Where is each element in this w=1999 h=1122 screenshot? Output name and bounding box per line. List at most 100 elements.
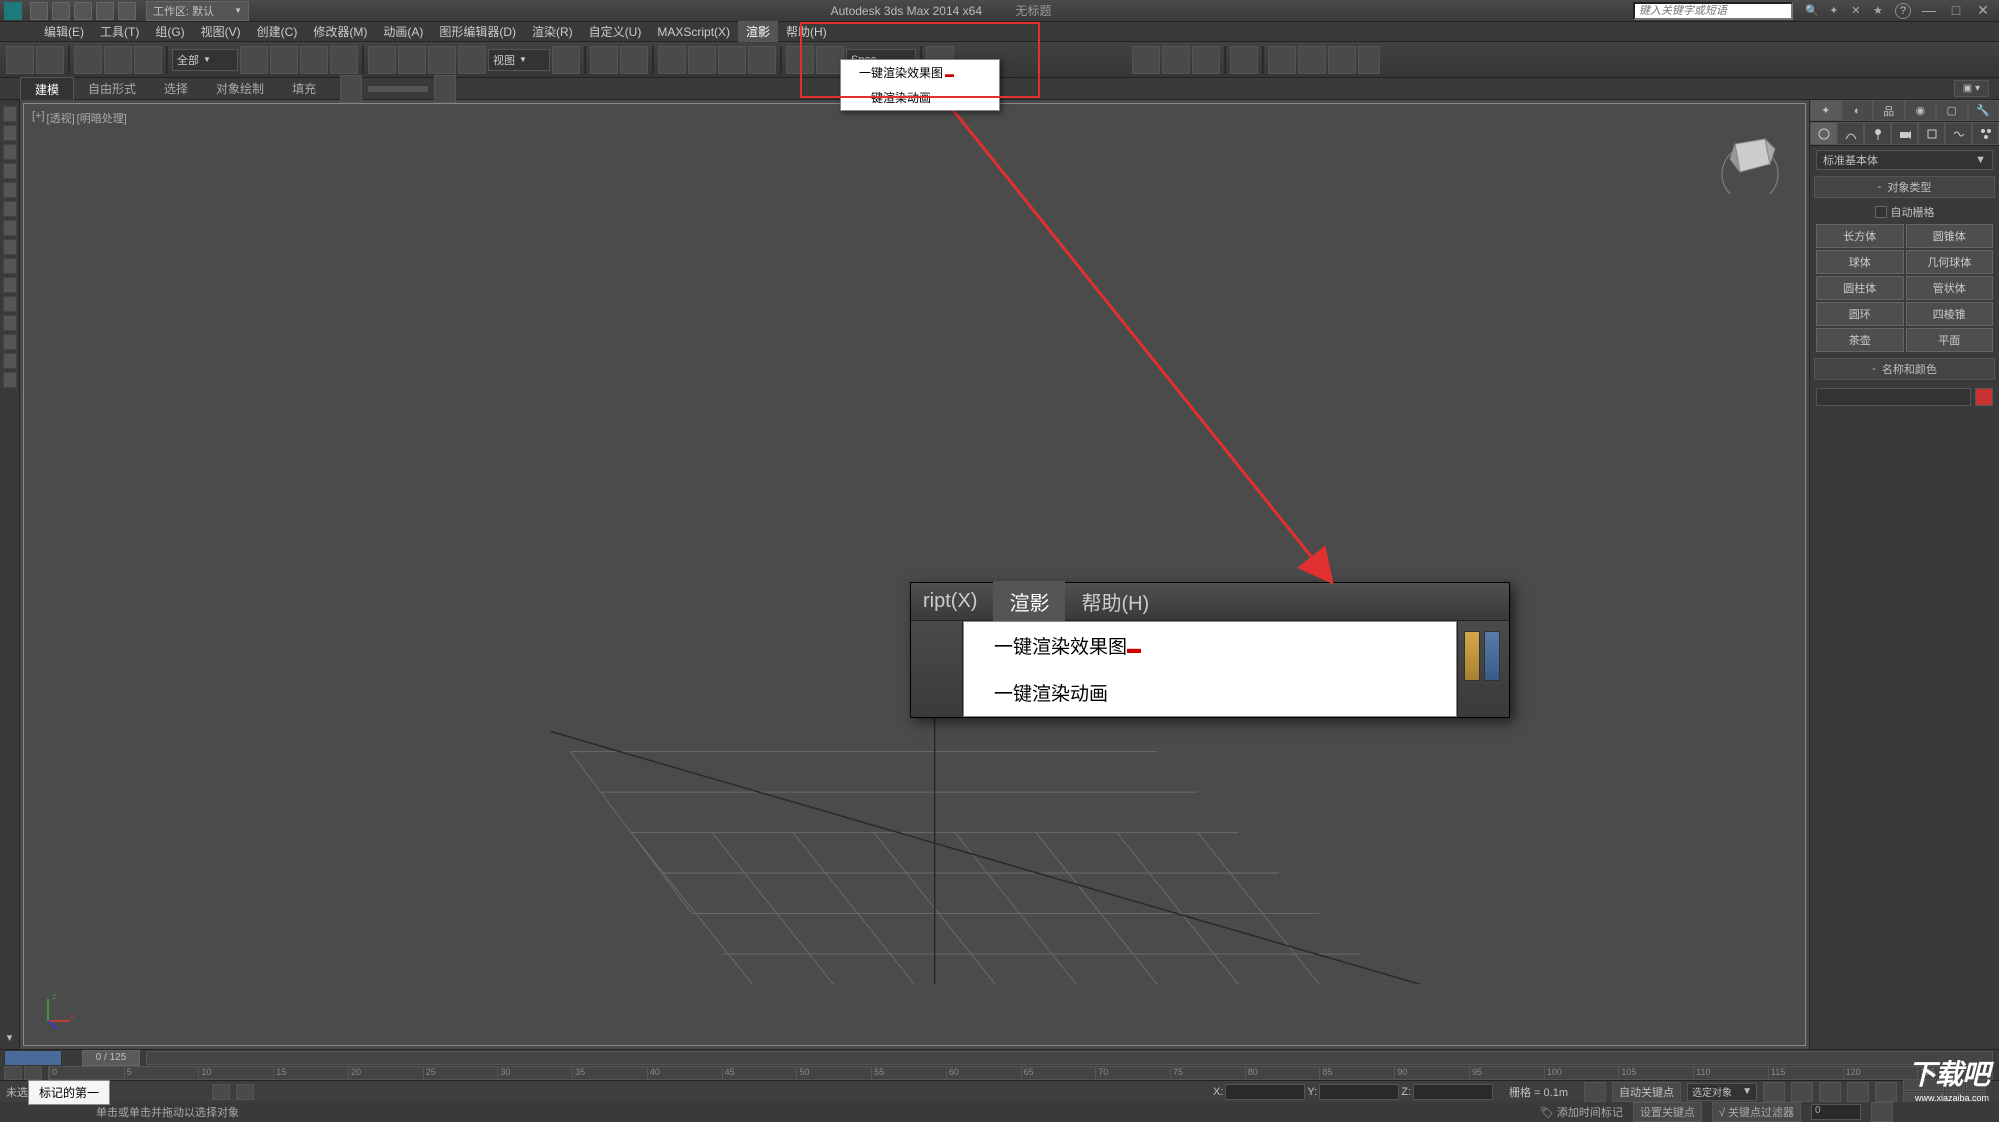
minimize-button[interactable]: —	[1917, 2, 1941, 18]
zoom-drop-item-0[interactable]: 一键渲染效果图▬	[964, 622, 1456, 669]
strip-btn-10[interactable]	[3, 277, 17, 293]
strip-btn-1[interactable]	[3, 106, 17, 122]
bind-button[interactable]	[134, 46, 162, 74]
ref-coord-system[interactable]: 视图▼	[488, 49, 550, 71]
menu-item-7[interactable]: 图形编辑器(D)	[431, 21, 524, 42]
viewcube-icon[interactable]	[1715, 124, 1785, 194]
render-production-button[interactable]	[1328, 46, 1356, 74]
category-dropdown[interactable]: 标准基本体 ▼	[1816, 150, 1993, 170]
exchange-icon[interactable]: ✕	[1847, 2, 1865, 20]
scale-button[interactable]	[428, 46, 456, 74]
qat-redo-icon[interactable]	[96, 2, 114, 20]
primitive-button-6[interactable]: 圆环	[1816, 302, 1904, 326]
curve-editor-button[interactable]	[1162, 46, 1190, 74]
primitive-button-8[interactable]: 茶壶	[1816, 328, 1904, 352]
primitive-button-9[interactable]: 平面	[1906, 328, 1994, 352]
trackbar-filter-icon[interactable]	[24, 1066, 42, 1080]
named-sel-set-button[interactable]	[786, 46, 814, 74]
menu-item-8[interactable]: 渲染(R)	[524, 21, 581, 42]
helpers-tab-icon[interactable]	[1918, 122, 1945, 145]
select-by-name-button[interactable]	[270, 46, 298, 74]
qat-open-icon[interactable]	[52, 2, 70, 20]
close-button[interactable]: ✕	[1971, 2, 1995, 19]
object-type-rollout-header[interactable]: -对象类型	[1814, 176, 1995, 198]
rotate-button[interactable]	[398, 46, 426, 74]
material-editor-button[interactable]	[1230, 46, 1258, 74]
strip-btn-6[interactable]	[3, 201, 17, 217]
favorite-icon[interactable]: ★	[1869, 2, 1887, 20]
systems-tab-icon[interactable]	[1972, 122, 1999, 145]
menu-item-12[interactable]: 帮助(H)	[778, 21, 835, 42]
z-input[interactable]	[1413, 1084, 1493, 1100]
spacewarps-tab-icon[interactable]	[1945, 122, 1972, 145]
move-button[interactable]	[368, 46, 396, 74]
perspective-viewport[interactable]: [+] [透视] [明暗处理]	[23, 103, 1806, 1046]
time-slider-handle[interactable]	[4, 1050, 62, 1066]
ribbon-collapse-button[interactable]: ▣ ▾	[1954, 80, 1989, 97]
trackbar-key-icon[interactable]	[4, 1066, 22, 1080]
time-config-icon[interactable]	[1584, 1082, 1606, 1102]
cameras-tab-icon[interactable]	[1891, 122, 1918, 145]
help-search-input[interactable]	[1633, 2, 1793, 20]
spinner-snap-button[interactable]	[748, 46, 776, 74]
time-config-button[interactable]	[1871, 1102, 1893, 1122]
angle-snap-button[interactable]	[688, 46, 716, 74]
dropdown-item-0[interactable]: 一键渲染效果图▬	[841, 60, 999, 85]
modify-tab-icon[interactable]: ◐	[1842, 100, 1874, 121]
ribbon-tab-0[interactable]: 建模	[20, 77, 74, 101]
menu-item-11[interactable]: 渲影	[738, 21, 778, 42]
render-setup-button[interactable]	[1268, 46, 1296, 74]
primitive-button-5[interactable]: 管状体	[1906, 276, 1994, 300]
keyboard-shortcut-button[interactable]	[620, 46, 648, 74]
primitive-button-1[interactable]: 圆锥体	[1906, 224, 1994, 248]
percent-snap-button[interactable]	[718, 46, 746, 74]
dropdown-item-1[interactable]: 一键渲染动画	[841, 85, 999, 110]
app-icon[interactable]	[4, 2, 22, 20]
ribbon-tab-3[interactable]: 对象绘制	[202, 77, 278, 100]
strip-btn-11[interactable]	[3, 296, 17, 312]
utilities-tab-icon[interactable]: 🔧	[1968, 100, 1999, 121]
use-pivot-button[interactable]	[552, 46, 580, 74]
ribbon-slider[interactable]	[368, 86, 428, 92]
primitive-button-3[interactable]: 几何球体	[1906, 250, 1994, 274]
primitive-button-7[interactable]: 四棱锥	[1906, 302, 1994, 326]
ribbon-tab-4[interactable]: 填充	[278, 77, 330, 100]
menu-item-2[interactable]: 组(G)	[147, 21, 192, 42]
key-filter-button[interactable]: √ 关键点过滤器	[1712, 1102, 1801, 1122]
selection-filter[interactable]: 全部▼	[172, 49, 238, 71]
strip-chevron-down-icon[interactable]: ▾	[3, 1031, 17, 1045]
add-time-tag[interactable]: 🏷 添加时间标记	[1540, 1104, 1623, 1120]
auto-key-button[interactable]: 自动关键点	[1612, 1082, 1681, 1102]
qat-new-icon[interactable]	[30, 2, 48, 20]
primitive-button-4[interactable]: 圆柱体	[1816, 276, 1904, 300]
render-flyout-button[interactable]	[1358, 46, 1380, 74]
track-bar[interactable]: 0510152025303540455055606570758085909510…	[48, 1066, 1993, 1080]
strip-btn-4[interactable]	[3, 163, 17, 179]
strip-btn-13[interactable]	[3, 334, 17, 350]
menu-item-3[interactable]: 视图(V)	[193, 21, 249, 42]
comm-center-icon[interactable]: ✦	[1825, 2, 1843, 20]
rect-select-button[interactable]	[300, 46, 328, 74]
strip-btn-2[interactable]	[3, 125, 17, 141]
display-tab-icon[interactable]: ▢	[1936, 100, 1968, 121]
snap-toggle-button[interactable]	[658, 46, 686, 74]
undo-button[interactable]	[6, 46, 34, 74]
ribbon-tab-2[interactable]: 选择	[150, 77, 202, 100]
ribbon-extra-1[interactable]	[340, 75, 362, 103]
qat-undo-icon[interactable]	[74, 2, 92, 20]
motion-tab-icon[interactable]: ◉	[1905, 100, 1937, 121]
menu-item-1[interactable]: 工具(T)	[92, 21, 147, 42]
help-icon[interactable]: ?	[1895, 3, 1911, 19]
set-key-button[interactable]: 设置关键点	[1633, 1102, 1702, 1122]
time-slider-track[interactable]	[146, 1051, 1993, 1065]
lock-selection-icon[interactable]	[212, 1084, 230, 1100]
prev-frame-icon[interactable]	[1791, 1082, 1813, 1102]
strip-btn-8[interactable]	[3, 239, 17, 255]
isolate-icon[interactable]	[236, 1084, 254, 1100]
link-button[interactable]	[74, 46, 102, 74]
menu-item-6[interactable]: 动画(A)	[375, 21, 431, 42]
strip-btn-3[interactable]	[3, 144, 17, 160]
menu-item-10[interactable]: MAXScript(X)	[649, 23, 738, 41]
x-input[interactable]	[1225, 1084, 1305, 1100]
create-tab-icon[interactable]: ✦	[1810, 100, 1842, 121]
